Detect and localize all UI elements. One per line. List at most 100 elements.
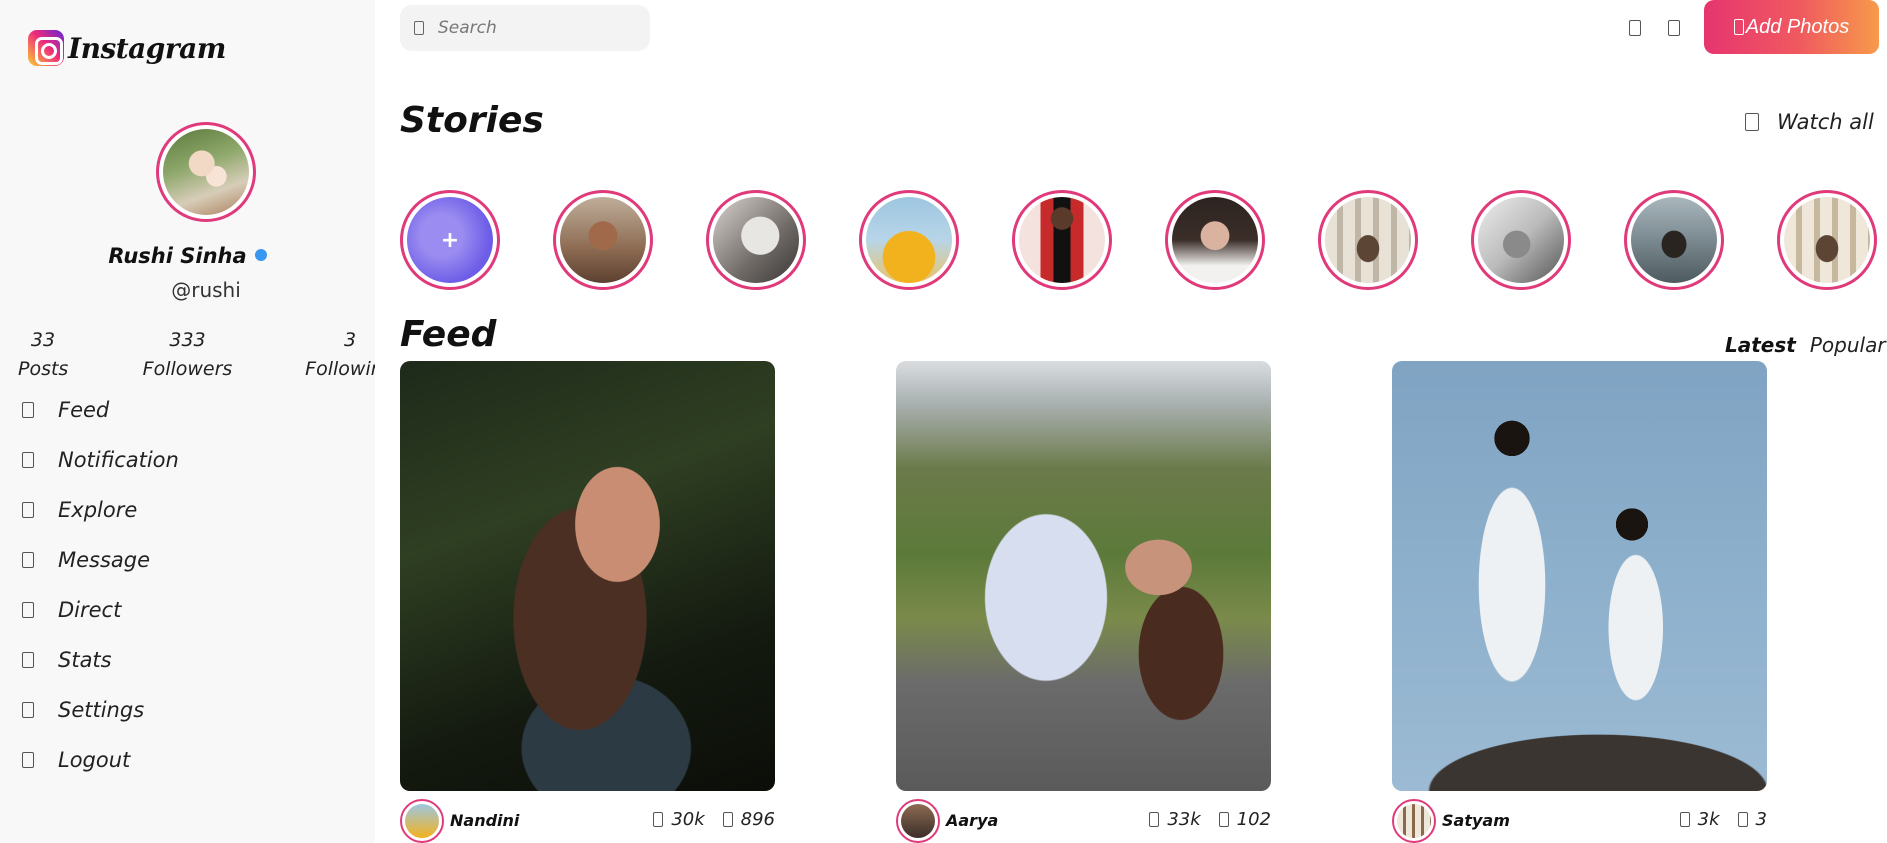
settings-icon (22, 702, 34, 718)
post-comments: 896 (740, 809, 775, 830)
stat-posts-label: Posts (18, 358, 69, 380)
sidebar-item-logout[interactable]: Logout (22, 740, 130, 780)
sidebar-item-feed[interactable]: Feed (22, 390, 109, 430)
tab-latest[interactable]: Latest (1725, 333, 1796, 357)
sidebar-item-label: Logout (58, 748, 131, 772)
comment-icon[interactable] (1218, 812, 1229, 827)
main-content: Add Photos Stories Watch all + (375, 0, 1887, 843)
story-add[interactable]: + (400, 190, 500, 290)
add-story-icon: + (440, 227, 460, 253)
post-stats: 30k 896 (653, 809, 775, 830)
heart-icon[interactable] (653, 812, 664, 827)
profile-stats: 33 Posts 333 Followers 3 Following (0, 328, 375, 380)
post-stats: 3k 3 (1679, 809, 1767, 830)
post-author-avatar[interactable] (400, 799, 444, 843)
comment-icon[interactable] (1737, 812, 1748, 827)
add-photo-icon (1733, 19, 1744, 35)
profile-name: Rushi Sinha (108, 244, 247, 268)
sidebar: Instagram Rushi Sinha @rushi 33 Posts 33… (0, 0, 375, 843)
post-author-avatar[interactable] (1392, 799, 1436, 843)
post-author-name[interactable]: Nandini (450, 811, 519, 830)
post-author-name[interactable]: Satyam (1442, 811, 1510, 830)
story-photo (1784, 197, 1870, 283)
feed-post: Aarya 33k 102 (896, 361, 1271, 843)
post-stats: 33k 102 (1149, 809, 1271, 830)
post-likes: 3k (1697, 809, 1720, 830)
search-input[interactable] (438, 18, 628, 38)
stats-icon (22, 652, 34, 668)
watch-all-button[interactable]: Watch all (1745, 110, 1874, 134)
story-photo (1172, 197, 1258, 283)
story-item[interactable] (1624, 190, 1724, 290)
notification-bell-icon[interactable] (1629, 20, 1641, 36)
feed-icon (22, 402, 34, 418)
heart-icon[interactable] (1149, 812, 1160, 827)
heart-icon[interactable] (1679, 812, 1690, 827)
comment-icon[interactable] (722, 812, 733, 827)
sidebar-item-label: Message (58, 548, 151, 572)
post-author-avatar[interactable] (896, 799, 940, 843)
verified-badge-icon (254, 249, 267, 261)
search-icon (414, 21, 424, 35)
feed-tabs: Latest Popular (1725, 333, 1886, 357)
stat-followers[interactable]: 333 Followers (140, 328, 235, 386)
play-icon (1745, 113, 1759, 131)
story-photo (1019, 197, 1105, 283)
post-author-name[interactable]: Aarya (946, 811, 998, 830)
feed-post: Nandini 30k 896 (400, 361, 775, 843)
stat-posts[interactable]: 33 Posts (18, 328, 68, 386)
profile-avatar[interactable] (156, 122, 256, 222)
sidebar-item-label: Settings (58, 698, 145, 722)
sidebar-item-label: Feed (58, 398, 110, 422)
post-image[interactable] (1392, 361, 1767, 791)
logo-wordmark: Instagram (68, 31, 226, 65)
post-comments: 3 (1755, 809, 1767, 830)
stat-posts-value: 33 (30, 329, 56, 351)
stories-heading: Stories (400, 100, 544, 141)
post-image[interactable] (896, 361, 1271, 791)
story-item[interactable] (706, 190, 806, 290)
explore-icon (22, 502, 34, 518)
post-image[interactable] (400, 361, 775, 791)
notification-icon (22, 452, 34, 468)
story-photo (866, 197, 952, 283)
sidebar-item-message[interactable]: Message (22, 540, 150, 580)
tab-popular[interactable]: Popular (1810, 333, 1886, 357)
sidebar-item-stats[interactable]: Stats (22, 640, 112, 680)
story-item[interactable] (859, 190, 959, 290)
profile-photo (163, 129, 249, 215)
avatar-photo (901, 804, 935, 838)
story-photo (1631, 197, 1717, 283)
sidebar-item-direct[interactable]: Direct (22, 590, 121, 630)
post-meta: Satyam 3k 3 (1392, 799, 1767, 843)
sidebar-item-settings[interactable]: Settings (22, 690, 144, 730)
stat-following[interactable]: 3 Following (300, 328, 375, 386)
direct-icon (22, 602, 34, 618)
instagram-logo[interactable]: Instagram (28, 30, 226, 66)
sidebar-item-label: Stats (58, 648, 112, 672)
sidebar-item-explore[interactable]: Explore (22, 490, 137, 530)
watch-all-label: Watch all (1777, 110, 1874, 134)
stat-following-value: 3 (343, 329, 357, 351)
post-meta: Aarya 33k 102 (896, 799, 1271, 843)
story-item[interactable] (1777, 190, 1877, 290)
story-item[interactable] (1012, 190, 1112, 290)
sidebar-item-label: Direct (58, 598, 122, 622)
story-photo: + (407, 197, 493, 283)
story-item[interactable] (553, 190, 653, 290)
story-item[interactable] (1318, 190, 1418, 290)
post-likes: 30k (671, 809, 705, 830)
feed-post: Satyam 3k 3 (1392, 361, 1767, 843)
sidebar-item-notification[interactable]: Notification (22, 440, 179, 480)
profile-handle: @rushi (171, 278, 241, 302)
sidebar-item-label: Notification (58, 448, 179, 472)
story-item[interactable] (1471, 190, 1571, 290)
story-photo (713, 197, 799, 283)
add-photos-button[interactable]: Add Photos (1704, 0, 1879, 54)
message-icon[interactable] (1668, 20, 1680, 36)
story-item[interactable] (1165, 190, 1265, 290)
stat-followers-label: Followers (142, 358, 233, 380)
feed-heading: Feed (400, 314, 497, 355)
search-bar[interactable] (400, 5, 650, 51)
post-comments: 102 (1236, 809, 1271, 830)
